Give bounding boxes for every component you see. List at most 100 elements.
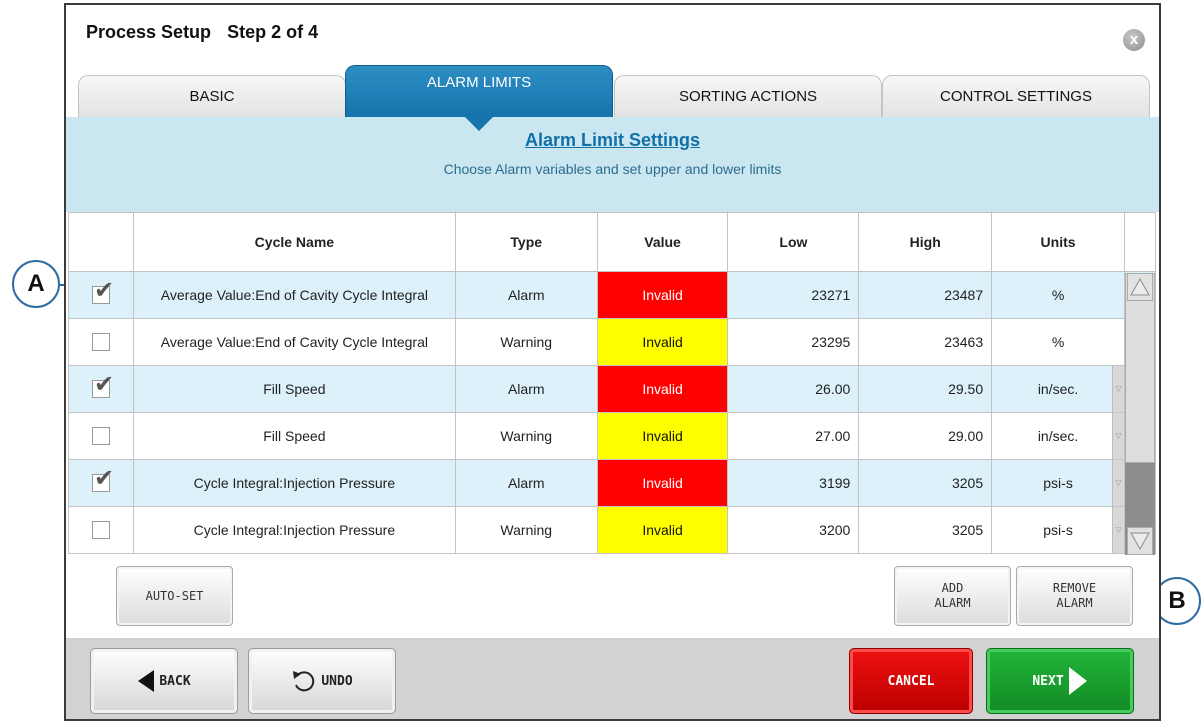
value-cell: Invalid — [596, 506, 729, 554]
low-limit-cell[interactable]: 23295 — [727, 318, 860, 366]
tab-sorting-actions[interactable]: SORTING ACTIONS — [614, 75, 882, 117]
alarm-table: Cycle Name Type Value Low High Units ✔ A… — [68, 212, 1157, 554]
row-select-cell[interactable]: ✔ — [68, 459, 134, 507]
callout-a: A — [12, 260, 60, 308]
high-limit-cell[interactable]: 23463 — [858, 318, 993, 366]
cycle-name-cell: Average Value:End of Cavity Cycle Integr… — [132, 318, 456, 366]
window-title-text: Process Setup — [86, 22, 212, 42]
table-row[interactable]: Fill Speed Warning Invalid 27.00 29.00 i… — [68, 412, 1157, 460]
auto-set-button[interactable]: AUTO-SET — [116, 566, 233, 626]
cycle-name-cell: Cycle Integral:Injection Pressure — [132, 459, 456, 507]
row-select-cell[interactable] — [68, 412, 134, 460]
active-tab-pointer — [464, 116, 494, 131]
row-checkbox[interactable]: ✔ — [91, 277, 114, 305]
table-row[interactable]: ✔ Average Value:End of Cavity Cycle Inte… — [68, 271, 1157, 319]
units-select[interactable]: in/sec. ▽ — [998, 413, 1124, 459]
row-select-cell[interactable]: ✔ — [68, 365, 134, 413]
process-setup-window: Process Setup Step 2 of 4 x BASIC ALARM L… — [64, 3, 1161, 721]
add-alarm-button[interactable]: ADD ALARM — [894, 566, 1011, 626]
value-cell: Invalid — [596, 365, 729, 413]
scrollbar-thumb[interactable] — [1125, 273, 1155, 463]
cycle-name-cell: Fill Speed — [132, 365, 456, 413]
checkmark-icon: ✔ — [93, 277, 115, 305]
high-limit-cell[interactable]: 29.50 — [858, 365, 993, 413]
tab-basic[interactable]: BASIC — [78, 75, 346, 117]
row-checkbox[interactable]: ✔ — [91, 465, 114, 493]
low-limit-cell[interactable]: 3199 — [727, 459, 860, 507]
dropdown-arrow-icon[interactable]: ▽ — [1111, 366, 1124, 412]
back-button[interactable]: BACK — [90, 648, 238, 714]
cycle-name-cell: Cycle Integral:Injection Pressure — [132, 506, 456, 554]
table-row[interactable]: ✔ Fill Speed Alarm Invalid 26.00 29.50 i… — [68, 365, 1157, 413]
tab-bar: BASIC ALARM LIMITS SORTING ACTIONS CONTR… — [66, 63, 1159, 117]
settings-title: Alarm Limit Settings — [524, 130, 701, 150]
row-select-cell[interactable] — [68, 318, 134, 366]
header-high: High — [858, 212, 993, 272]
low-limit-cell[interactable]: 26.00 — [727, 365, 860, 413]
window-title: Process Setup Step 2 of 4 — [86, 22, 318, 43]
header-scroll-spacer — [1123, 212, 1157, 272]
value-cell: Invalid — [596, 459, 729, 507]
low-limit-cell[interactable]: 3200 — [727, 506, 860, 554]
high-limit-cell[interactable]: 3205 — [858, 459, 993, 507]
units-value: in/sec. — [1037, 381, 1079, 397]
type-cell: Alarm — [454, 459, 598, 507]
alarm-settings-header: Alarm Limit Settings Choose Alarm variab… — [66, 117, 1159, 212]
dropdown-arrow-icon[interactable]: ▽ — [1111, 413, 1124, 459]
type-cell: Alarm — [454, 271, 598, 319]
low-limit-cell[interactable]: 23271 — [727, 271, 860, 319]
checkmark-icon: ✔ — [93, 371, 115, 399]
type-cell: Alarm — [454, 365, 598, 413]
units-cell[interactable]: in/sec. ▽ — [991, 412, 1125, 460]
header-cycle-name: Cycle Name — [132, 212, 456, 272]
row-select-cell[interactable]: ✔ — [68, 271, 134, 319]
close-icon[interactable]: x — [1123, 29, 1145, 51]
value-cell: Invalid — [596, 271, 729, 319]
units-cell: % — [991, 318, 1125, 366]
high-limit-cell[interactable]: 23487 — [858, 271, 993, 319]
units-select[interactable]: psi-s ▽ — [998, 507, 1124, 553]
units-cell[interactable]: psi-s ▽ — [991, 506, 1125, 554]
table-row[interactable]: ✔ Cycle Integral:Injection Pressure Alar… — [68, 459, 1157, 507]
units-cell[interactable]: psi-s ▽ — [991, 459, 1125, 507]
scroll-up-arrow-icon[interactable] — [1127, 273, 1153, 301]
dropdown-arrow-icon[interactable]: ▽ — [1111, 460, 1124, 506]
next-label: NEXT — [1032, 673, 1064, 689]
cancel-button[interactable]: CANCEL — [849, 648, 973, 714]
row-checkbox[interactable] — [91, 521, 110, 540]
cycle-name-cell: Fill Speed — [132, 412, 456, 460]
undo-button[interactable]: UNDO — [248, 648, 396, 714]
units-value: in/sec. — [1037, 428, 1079, 444]
high-limit-cell[interactable]: 3205 — [858, 506, 993, 554]
dropdown-arrow-icon[interactable]: ▽ — [1111, 507, 1124, 553]
tab-control-settings[interactable]: CONTROL SETTINGS — [882, 75, 1150, 117]
type-cell: Warning — [454, 506, 598, 554]
value-cell: Invalid — [596, 412, 729, 460]
low-limit-cell[interactable]: 27.00 — [727, 412, 860, 460]
back-label: BACK — [159, 673, 191, 689]
cycle-name-cell: Average Value:End of Cavity Cycle Integr… — [132, 271, 456, 319]
row-select-cell[interactable] — [68, 506, 134, 554]
row-checkbox[interactable] — [91, 333, 110, 352]
remove-alarm-line1: REMOVE — [1052, 581, 1097, 595]
scroll-down-arrow-icon[interactable] — [1127, 527, 1153, 555]
high-limit-cell[interactable]: 29.00 — [858, 412, 993, 460]
remove-alarm-button[interactable]: REMOVE ALARM — [1016, 566, 1133, 626]
units-select[interactable]: in/sec. ▽ — [998, 366, 1124, 412]
header-type: Type — [454, 212, 598, 272]
units-cell[interactable]: in/sec. ▽ — [991, 365, 1125, 413]
next-arrow-icon — [1068, 667, 1087, 695]
table-row[interactable]: Average Value:End of Cavity Cycle Integr… — [68, 318, 1157, 366]
row-checkbox[interactable] — [91, 427, 110, 446]
tab-alarm-limits[interactable]: ALARM LIMITS — [345, 65, 613, 117]
table-row[interactable]: Cycle Integral:Injection Pressure Warnin… — [68, 506, 1157, 554]
footer-bar: BACK UNDO CANCEL NEXT — [66, 638, 1159, 719]
units-value: psi-s — [1043, 475, 1073, 491]
remove-alarm-line2: ALARM — [1056, 596, 1093, 610]
back-arrow-icon — [138, 670, 155, 692]
units-select[interactable]: psi-s ▽ — [998, 460, 1124, 506]
add-alarm-line1: ADD — [941, 581, 964, 595]
row-checkbox[interactable]: ✔ — [91, 371, 114, 399]
table-scrollbar[interactable] — [1125, 273, 1155, 555]
next-button[interactable]: NEXT — [986, 648, 1134, 714]
